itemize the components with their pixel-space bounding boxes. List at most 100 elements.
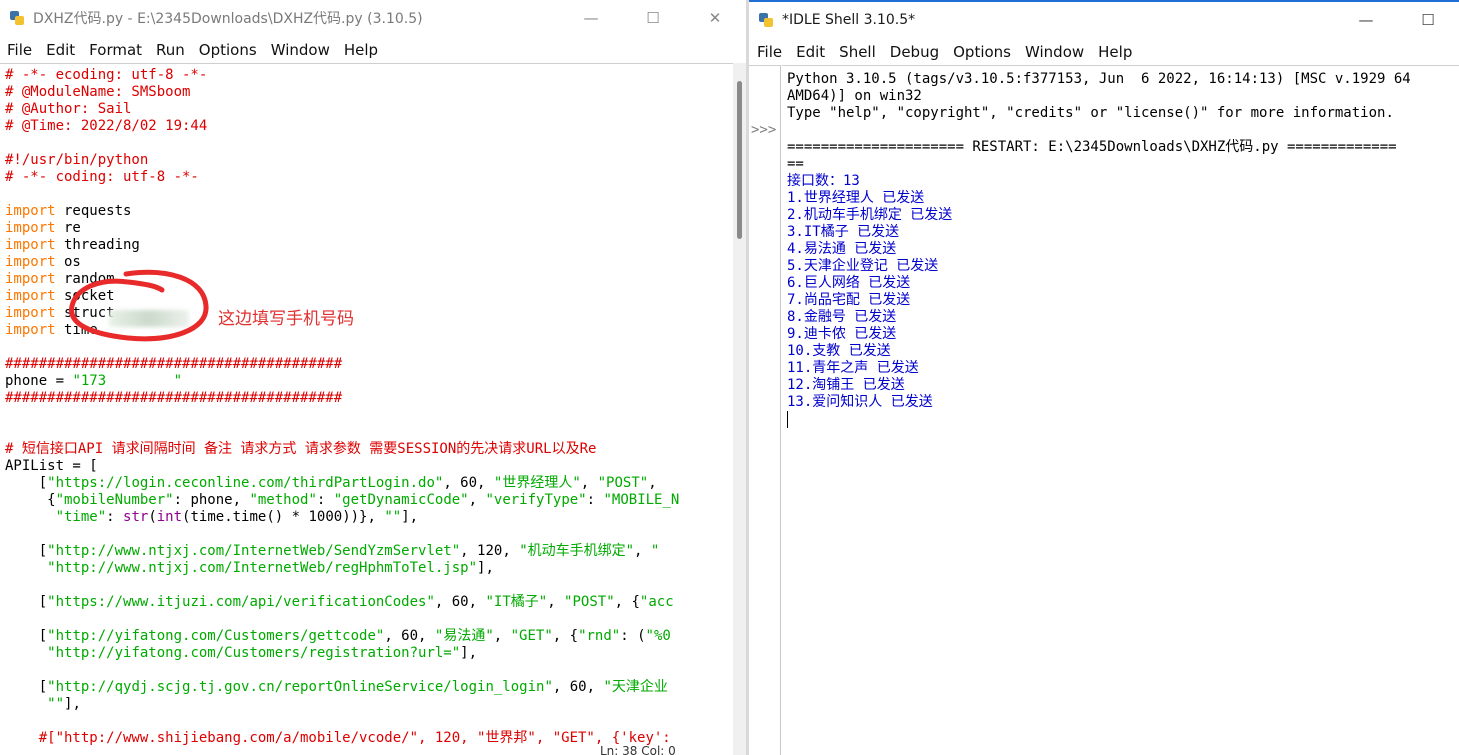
code-token: import (5, 322, 56, 338)
code-token: "世界经理人" (493, 475, 581, 491)
menu-options[interactable]: Options (953, 43, 1011, 61)
code-token: "易法通" (434, 628, 494, 644)
menu-debug[interactable]: Debug (890, 43, 939, 61)
editor-scrollbar[interactable] (733, 63, 746, 755)
menu-file[interactable]: File (7, 41, 32, 59)
red-circle-annotation (69, 269, 209, 342)
code-token: "mobileNumber" (55, 492, 174, 508)
code-token: : (586, 492, 604, 508)
shell-line: 2.机动车手机绑定 已发送 (787, 207, 953, 223)
menu-window[interactable]: Window (1025, 43, 1084, 61)
shell-line: AMD64)] on win32 (787, 88, 922, 104)
code-token: # -*- ecoding: utf-8 -*- (5, 67, 208, 83)
shell-line: ===================== RESTART: E:\2345Do… (787, 139, 1397, 155)
shell-line: Type "help", "copyright", "credits" or "… (787, 105, 1394, 121)
code-token: "http://yifatong.com/Customers/registrat… (47, 645, 461, 661)
shell-line: 9.迪卡侬 已发送 (787, 326, 897, 342)
editor-code[interactable]: # -*- ecoding: utf-8 -*- # @ModuleName: S… (5, 67, 725, 747)
shell-line: 10.支教 已发送 (787, 343, 891, 359)
code-token: , { (614, 594, 640, 610)
code-token: , { (552, 628, 579, 644)
code-line: ["http://qydj.scjg.tj.gov.cn/reportOnlin… (5, 679, 725, 696)
code-token: import (5, 288, 56, 304)
menu-options[interactable]: Options (199, 41, 257, 59)
maximize-button[interactable]: ☐ (1397, 2, 1459, 38)
annotation-text: 这边填写手机号码 (218, 309, 354, 329)
code-token: "getDynamicCode" (333, 492, 469, 508)
code-token: , 60, (384, 628, 435, 644)
menu-format[interactable]: Format (89, 41, 142, 59)
code-token: , 60, (443, 475, 494, 491)
code-token: str (123, 509, 149, 525)
maximize-button[interactable]: ☐ (622, 0, 684, 36)
code-line: ######################################## (5, 390, 725, 407)
code-token: [ (5, 594, 48, 610)
menu-shell[interactable]: Shell (839, 43, 876, 61)
shell-line: 5.天津企业登记 已发送 (787, 258, 939, 274)
code-line: ""], (5, 696, 725, 713)
code-token: APIList = [ (5, 458, 98, 474)
code-token: " (650, 543, 660, 559)
code-token: "https://login.ceconline.com/thirdPartLo… (47, 475, 444, 491)
shell-titlebar[interactable]: *IDLE Shell 3.10.5* — ☐ (749, 2, 1459, 38)
shell-title: *IDLE Shell 3.10.5* (782, 12, 916, 28)
code-token: "http://www.ntjxj.com/InternetWeb/regHph… (47, 560, 478, 576)
code-token: "MOBILE_N (603, 492, 680, 508)
shell-text-area[interactable]: Python 3.10.5 (tags/v3.10.5:f377153, Jun… (782, 65, 1459, 755)
code-token: "GET" (510, 628, 553, 644)
editor-titlebar[interactable]: DXHZ代码.py - E:\2345Downloads\DXHZ代码.py (… (0, 0, 746, 36)
minimize-button[interactable]: — (1335, 2, 1397, 38)
code-token: : (316, 492, 334, 508)
code-token: "http://qydj.scjg.tj.gov.cn/reportOnline… (47, 679, 553, 695)
code-line: "http://www.ntjxj.com/InternetWeb/regHph… (5, 560, 725, 577)
code-token: int (156, 509, 183, 525)
code-token: , (547, 594, 565, 610)
close-button[interactable]: ✕ (684, 0, 746, 36)
code-token: "%0 (645, 628, 671, 644)
shell-line: 13.爱问知识人 已发送 (787, 394, 933, 410)
menu-help[interactable]: Help (344, 41, 378, 59)
code-line: ["https://login.ceconline.com/thirdPartL… (5, 475, 725, 492)
menu-edit[interactable]: Edit (46, 41, 75, 59)
code-token: # -*- coding: utf-8 -*- (5, 169, 199, 185)
shell-prompt-gutter: >>> (749, 65, 781, 755)
idle-shell-icon (758, 12, 774, 28)
editor-title: DXHZ代码.py - E:\2345Downloads\DXHZ代码.py (… (33, 11, 423, 27)
code-line: # @ModuleName: SMSboom (5, 84, 725, 101)
menu-window[interactable]: Window (271, 41, 330, 59)
code-line: import requests (5, 203, 725, 220)
code-token: "" (384, 509, 402, 525)
code-token: ], (460, 645, 478, 661)
code-token: "acc (639, 594, 674, 610)
menu-run[interactable]: Run (156, 41, 185, 59)
code-token: "method" (249, 492, 317, 508)
code-line: # 短信接口API 请求间隔时间 备注 请求方式 请求参数 需要SESSION的… (5, 441, 725, 458)
editor-text-area[interactable]: # -*- ecoding: utf-8 -*- # @ModuleName: S… (0, 63, 746, 755)
shell-line: 6.巨人网络 已发送 (787, 275, 911, 291)
menu-help[interactable]: Help (1098, 43, 1132, 61)
code-line: ["http://www.ntjxj.com/InternetWeb/SendY… (5, 543, 725, 560)
shell-window: *IDLE Shell 3.10.5* — ☐ File Edit Shell … (749, 0, 1459, 755)
code-token: : (106, 509, 124, 525)
editor-window-controls: — ☐ ✕ (560, 0, 746, 36)
menu-file[interactable]: File (757, 43, 782, 61)
code-line: import threading (5, 237, 725, 254)
code-line: # @Time: 2022/8/02 19:44 (5, 118, 725, 135)
shell-output[interactable]: Python 3.10.5 (tags/v3.10.5:f377153, Jun… (787, 71, 1459, 411)
editor-scrollbar-thumb[interactable] (737, 81, 742, 239)
code-token: : ( (620, 628, 646, 644)
menu-edit[interactable]: Edit (796, 43, 825, 61)
code-token: "173 " (72, 373, 183, 389)
code-token: import (5, 254, 56, 270)
code-token: "" (47, 696, 65, 712)
code-token: , (634, 543, 651, 559)
code-token: , 60, (434, 594, 486, 610)
minimize-button[interactable]: — (560, 0, 622, 36)
code-token: import (5, 271, 56, 287)
code-token: requests (55, 203, 132, 219)
